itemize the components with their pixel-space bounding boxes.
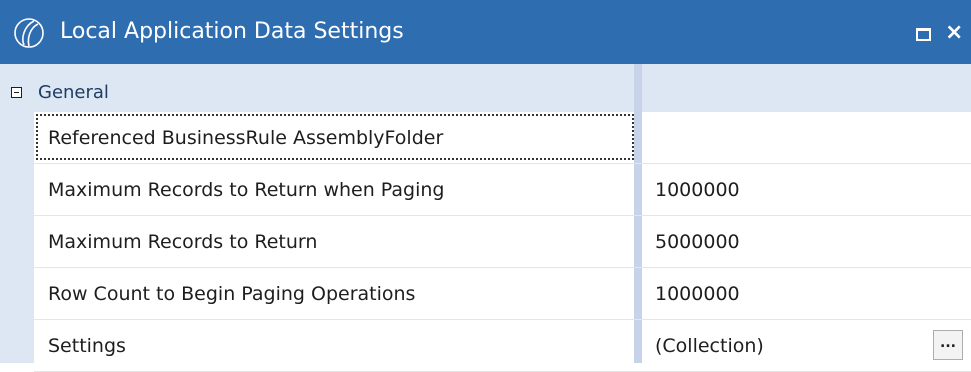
close-icon[interactable]: × xyxy=(945,20,963,46)
property-grid: General Referenced BusinessRule Assembly… xyxy=(0,64,971,372)
property-value[interactable]: 1000000 xyxy=(655,178,740,202)
property-row-max-records-paging[interactable]: Maximum Records to Return when Paging 10… xyxy=(34,164,971,216)
properties-window: Local Application Data Settings × Genera… xyxy=(0,0,971,372)
category-label: General xyxy=(38,82,109,103)
property-name: Maximum Records to Return xyxy=(48,231,318,253)
property-row-row-count-paging[interactable]: Row Count to Begin Paging Operations 100… xyxy=(34,268,971,320)
property-name: Row Count to Begin Paging Operations xyxy=(48,283,416,305)
property-name: Referenced BusinessRule AssemblyFolder xyxy=(48,127,444,149)
property-row-max-records[interactable]: Maximum Records to Return 5000000 xyxy=(34,216,971,268)
ellipsis-button[interactable]: ... xyxy=(933,330,963,360)
category-row-general[interactable]: General xyxy=(0,64,971,112)
property-value[interactable]: (Collection) xyxy=(655,334,764,358)
window-title: Local Application Data Settings xyxy=(60,19,404,44)
property-value[interactable]: 5000000 xyxy=(655,230,740,254)
property-name: Settings xyxy=(48,335,126,357)
title-bar[interactable]: Local Application Data Settings × xyxy=(0,0,971,64)
property-row-settings[interactable]: Settings (Collection) ... xyxy=(34,320,971,372)
application-logo-icon xyxy=(14,18,44,48)
property-value[interactable]: 1000000 xyxy=(655,282,740,306)
collapse-minus-icon[interactable] xyxy=(11,87,22,98)
property-row-referenced-businessrule-assemblyfolder[interactable]: Referenced BusinessRule AssemblyFolder xyxy=(34,112,971,164)
maximize-icon[interactable] xyxy=(916,28,931,41)
property-name: Maximum Records to Return when Paging xyxy=(48,179,445,201)
